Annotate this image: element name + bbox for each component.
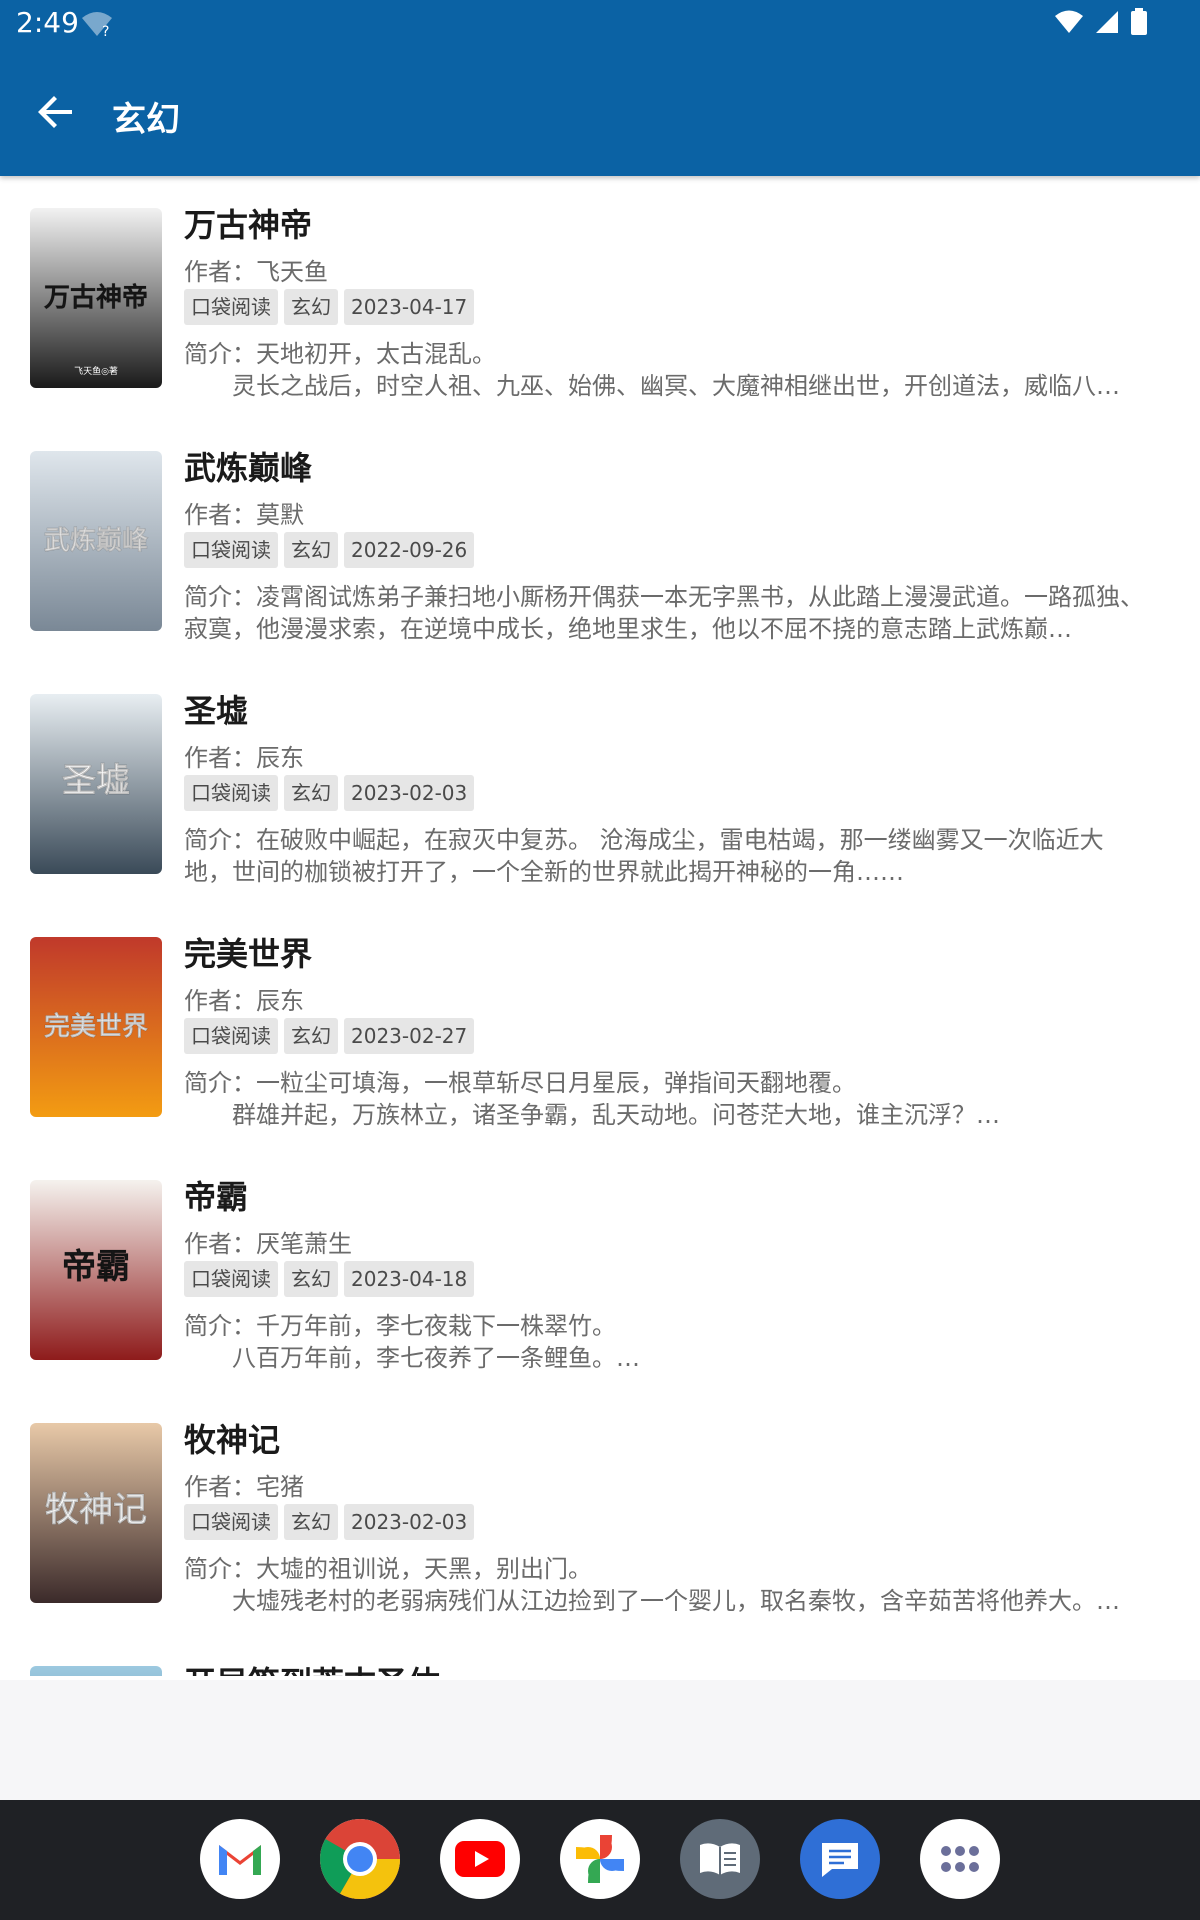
- book-cover-image: 帝霸: [30, 1180, 162, 1360]
- app-bar: 2:49 ? 玄幻: [0, 0, 1200, 176]
- book-title: 武炼巅峰: [184, 449, 313, 487]
- list-bottom-area: [0, 1680, 1200, 1800]
- book-intro: 简介：一粒尘可填海，一根草斩尽日月星辰，弹指间天翻地覆。 群雄并起，万族林立，诸…: [184, 1069, 1000, 1129]
- book-title: 万古神帝: [184, 206, 313, 244]
- book-cover-image: 牧神记: [30, 1423, 162, 1603]
- signal-icon: [1096, 11, 1118, 33]
- messages-dock-button[interactable]: [800, 1819, 880, 1899]
- status-time: 2:49: [16, 6, 79, 39]
- book-list-item[interactable]: 帝霸 帝霸 作者：厌笔萧生 口袋阅读 玄幻 2023-04-18 简介：千万年前，李七夜栽下…: [0, 1148, 1200, 1391]
- genre-tag: 玄幻: [284, 775, 338, 811]
- book-title: 完美世界: [184, 935, 313, 973]
- svg-text:?: ?: [102, 24, 109, 40]
- update-date-tag: 2023-02-27: [344, 1018, 475, 1054]
- book-intro: 简介：千万年前，李七夜栽下一株翠竹。 八百万年前，李七夜养了一条鲤鱼。…: [184, 1312, 640, 1372]
- battery-icon: [1131, 8, 1147, 35]
- page-title: 玄幻: [112, 100, 180, 140]
- book-cover-image: 武炼巅峰: [30, 451, 162, 631]
- update-date-tag: 2023-02-03: [344, 1504, 475, 1540]
- book-list-item[interactable]: 完美世界 完美世界 作者：辰东 口袋阅读 玄幻 2023-02-27 简介：一粒尘可填海，一…: [0, 905, 1200, 1148]
- source-tag: 口袋阅读: [184, 1261, 278, 1297]
- book-list-item[interactable]: 武炼巅峰 武炼巅峰 作者：莫默 口袋阅读 玄幻 2022-09-26 简介：凌霄阁试炼弟子兼…: [0, 419, 1200, 662]
- youtube-icon: [455, 1841, 505, 1877]
- genre-tag: 玄幻: [284, 1504, 338, 1540]
- wifi-unknown-icon: ?: [80, 10, 114, 44]
- genre-tag: 玄幻: [284, 289, 338, 325]
- status-icons: [1054, 8, 1148, 36]
- reader-app-dock-button[interactable]: [680, 1819, 760, 1899]
- book-cover-image: [30, 1666, 162, 1676]
- book-intro: 简介：大墟的祖训说，天黑，别出门。 大墟残老村的老弱病残们从江边捡到了一个婴儿，…: [184, 1555, 1120, 1615]
- book-cover-image: 万古神帝飞天鱼◎著: [30, 208, 162, 388]
- book-intro: 简介：天地初开，太古混乱。 灵长之战后，时空人祖、九巫、始佛、幽冥、大魔神相继出…: [184, 340, 1120, 400]
- svg-text:帝霸: 帝霸: [62, 1247, 130, 1287]
- book-cover-image: 圣墟: [30, 694, 162, 874]
- arrow-back-icon: [38, 96, 72, 128]
- book-tags: 口袋阅读 玄幻 2022-09-26: [184, 532, 475, 568]
- svg-text:牧神记: 牧神记: [45, 1490, 147, 1530]
- book-tags: 口袋阅读 玄幻 2023-04-18: [184, 1261, 475, 1297]
- taskbar-dock: [0, 1800, 1200, 1920]
- svg-text:圣墟: 圣墟: [62, 761, 130, 801]
- wifi-icon: [1055, 10, 1083, 33]
- update-date-tag: 2022-09-26: [344, 532, 475, 568]
- book-author: 作者：莫默: [184, 501, 304, 529]
- book-title: 开局签到荒古圣体: [184, 1658, 440, 1676]
- svg-text:万古神帝: 万古神帝: [44, 282, 148, 313]
- update-date-tag: 2023-04-18: [344, 1261, 475, 1297]
- chrome-icon: [320, 1819, 400, 1899]
- genre-tag: 玄幻: [284, 1261, 338, 1297]
- book-title: 牧神记: [184, 1421, 281, 1459]
- book-intro: 简介：凌霄阁试炼弟子兼扫地小厮杨开偶获一本无字黑书，从此踏上漫漫武道。一路孤独、…: [184, 583, 1144, 643]
- svg-text:武炼巅峰: 武炼巅峰: [44, 526, 148, 556]
- book-list-item[interactable]: 开局签到荒古圣体: [0, 1634, 1200, 1676]
- app-drawer-dock-button[interactable]: [920, 1819, 1000, 1899]
- book-author: 作者：辰东: [184, 744, 304, 772]
- genre-tag: 玄幻: [284, 532, 338, 568]
- youtube-dock-button[interactable]: [440, 1819, 520, 1899]
- book-author: 作者：宅猪: [184, 1473, 304, 1501]
- book-tags: 口袋阅读 玄幻 2023-02-03: [184, 775, 475, 811]
- book-tags: 口袋阅读 玄幻 2023-02-27: [184, 1018, 475, 1054]
- reader-app-icon: [696, 1839, 744, 1879]
- book-author: 作者：辰东: [184, 987, 304, 1015]
- genre-tag: 玄幻: [284, 1018, 338, 1054]
- source-tag: 口袋阅读: [184, 1504, 278, 1540]
- book-list-item[interactable]: 牧神记 牧神记 作者：宅猪 口袋阅读 玄幻 2023-02-03 简介：大墟的祖训说，天黑，…: [0, 1391, 1200, 1634]
- photos-icon: [572, 1831, 628, 1887]
- book-list-item[interactable]: 万古神帝 飞天鱼◎著 万古神帝 作者：飞天鱼 口袋阅读 玄幻 2023-04-17 简介：天地…: [0, 176, 1200, 419]
- book-author: 作者：飞天鱼: [184, 258, 328, 286]
- book-intro: 简介：在破败中崛起，在寂灭中复苏。 沧海成尘，雷电枯竭，那一缕幽雾又一次临近大地…: [184, 826, 1104, 886]
- svg-text:完美世界: 完美世界: [44, 1011, 148, 1042]
- app-drawer-icon: [940, 1845, 980, 1873]
- book-tags: 口袋阅读 玄幻 2023-02-03: [184, 1504, 475, 1540]
- gmail-dock-button[interactable]: [200, 1819, 280, 1899]
- book-title: 圣墟: [184, 692, 249, 730]
- back-button[interactable]: [32, 88, 80, 136]
- book-list-item[interactable]: 圣墟 圣墟 作者：辰东 口袋阅读 玄幻 2023-02-03 简介：在破败中崛起，在寂灭中复…: [0, 662, 1200, 905]
- source-tag: 口袋阅读: [184, 289, 278, 325]
- book-author: 作者：厌笔萧生: [184, 1230, 352, 1258]
- svg-text:飞天鱼◎著: 飞天鱼◎著: [74, 365, 118, 377]
- chrome-dock-button[interactable]: [320, 1819, 400, 1899]
- messages-icon: [818, 1839, 862, 1879]
- book-list[interactable]: 万古神帝 飞天鱼◎著 万古神帝 作者：飞天鱼 口袋阅读 玄幻 2023-04-17 简介：天地…: [0, 176, 1200, 1680]
- update-date-tag: 2023-02-03: [344, 775, 475, 811]
- book-tags: 口袋阅读 玄幻 2023-04-17: [184, 289, 475, 325]
- source-tag: 口袋阅读: [184, 1018, 278, 1054]
- book-cover-image: 完美世界: [30, 937, 162, 1117]
- book-title: 帝霸: [184, 1178, 249, 1216]
- source-tag: 口袋阅读: [184, 532, 278, 568]
- photos-dock-button[interactable]: [560, 1819, 640, 1899]
- source-tag: 口袋阅读: [184, 775, 278, 811]
- update-date-tag: 2023-04-17: [344, 289, 475, 325]
- gmail-icon: [215, 1839, 265, 1879]
